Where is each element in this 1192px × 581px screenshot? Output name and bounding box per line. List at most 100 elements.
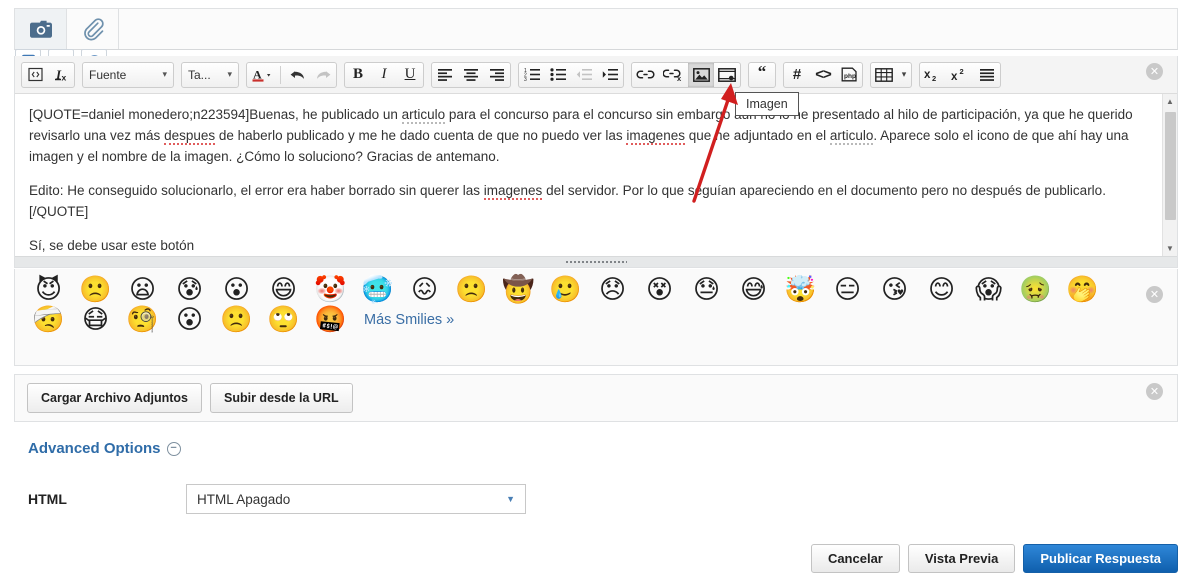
- smiley-item[interactable]: 😄: [260, 275, 307, 305]
- smiley-item[interactable]: 🤭: [1059, 275, 1106, 305]
- close-editor-panel[interactable]: ✕: [1146, 63, 1163, 80]
- close-attachments-panel[interactable]: ✕: [1146, 383, 1163, 400]
- superscript-button[interactable]: x 2: [947, 63, 974, 87]
- editor-panel: I x Fuente ▾ Ta... ▾ A B I U 1 2 3 x “ #…: [14, 56, 1178, 268]
- smiley-item[interactable]: 😓: [683, 275, 730, 305]
- svg-text:x: x: [61, 73, 66, 83]
- collapse-minus-icon[interactable]: −: [166, 441, 181, 456]
- smiley-item[interactable]: 🥲: [542, 275, 589, 305]
- svg-text:x: x: [924, 69, 931, 81]
- underline-button[interactable]: U: [397, 63, 423, 87]
- preview-button[interactable]: Vista Previa: [907, 544, 1016, 573]
- undo-button[interactable]: [284, 63, 310, 87]
- attachment-tab[interactable]: [67, 9, 119, 49]
- remove-format-button[interactable]: I x: [48, 63, 74, 87]
- close-smilies-panel[interactable]: ✕: [1146, 286, 1163, 303]
- outdent-button[interactable]: [571, 63, 597, 87]
- scroll-down-icon[interactable]: ▼: [1163, 241, 1177, 256]
- italic-button[interactable]: I: [371, 63, 397, 87]
- smiley-item[interactable]: 🤯: [777, 275, 824, 305]
- html-select-value: HTML Apagado: [197, 491, 291, 507]
- smiley-item[interactable]: 😅: [730, 275, 777, 305]
- smilies-panel: 😈 🙁 😦 😰 😮 😄 🤡 🥶 😖 🙁 🤠 🥲 😞 😵 😓 😅 🤯 😑 😘 😊 😱 🤢 🤭 🤕 😷 🧐 😮 🙁 🙄 🤬 Más Smil…: [14, 269, 1178, 366]
- smiley-item[interactable]: 😮: [213, 275, 260, 305]
- justify-button[interactable]: [974, 63, 1000, 87]
- spellcheck-word: despues: [164, 128, 216, 145]
- toolbar-group-table: ▾: [870, 61, 912, 88]
- text-color-button[interactable]: A: [247, 63, 277, 87]
- smiley-item[interactable]: 😰: [166, 275, 213, 305]
- quote-button[interactable]: “: [749, 63, 775, 87]
- toolbar-group-media: x: [631, 61, 741, 88]
- smiley-item[interactable]: 😞: [589, 275, 636, 305]
- source-code-button[interactable]: [22, 63, 48, 87]
- scroll-up-icon[interactable]: ▲: [1163, 94, 1177, 109]
- camera-tab[interactable]: [15, 9, 67, 49]
- table-dropdown-arrow[interactable]: ▾: [897, 63, 911, 87]
- bullet-list-button[interactable]: [545, 63, 571, 87]
- editor-text-run: de haberlo publicado y me he dado cuenta…: [215, 128, 627, 143]
- smiley-item[interactable]: 😘: [871, 275, 918, 305]
- align-left-button[interactable]: [432, 63, 458, 87]
- smiley-item[interactable]: 😖: [401, 275, 448, 305]
- editor-resize-handle[interactable]: [15, 256, 1177, 267]
- size-select[interactable]: Ta... ▾: [182, 63, 238, 87]
- upload-attachment-button[interactable]: Cargar Archivo Adjuntos: [27, 383, 203, 413]
- smiley-item[interactable]: 😦: [119, 275, 166, 305]
- font-select[interactable]: Fuente ▾: [83, 63, 173, 87]
- indent-button[interactable]: [597, 63, 623, 87]
- smiley-item[interactable]: 🙁: [213, 305, 260, 335]
- smiley-item[interactable]: 😈: [25, 275, 72, 305]
- subscript-button[interactable]: x 2: [920, 63, 947, 87]
- code-button[interactable]: <>: [810, 63, 836, 87]
- smiley-item[interactable]: 😑: [824, 275, 871, 305]
- php-button[interactable]: php: [836, 63, 862, 87]
- smiley-item[interactable]: 😵: [636, 275, 683, 305]
- smiley-item[interactable]: 🧐: [119, 305, 166, 335]
- editor-text-run: que he adjuntado en el: [684, 128, 830, 143]
- smiley-item[interactable]: 🙄: [260, 305, 307, 335]
- smiley-item[interactable]: 🤢: [1012, 275, 1059, 305]
- submit-reply-button[interactable]: Publicar Respuesta: [1023, 544, 1178, 573]
- smiley-item[interactable]: 😷: [72, 305, 119, 335]
- hash-button[interactable]: #: [784, 63, 810, 87]
- video-button[interactable]: [714, 63, 740, 87]
- editor-paragraph-1: [QUOTE=daniel monedero;n223594]Buenas, h…: [29, 104, 1159, 167]
- smiley-item[interactable]: 🤡: [307, 275, 354, 305]
- upload-from-url-button[interactable]: Subir desde la URL: [210, 383, 353, 413]
- smiley-item[interactable]: 🤕: [25, 305, 72, 335]
- smiley-item[interactable]: 🤠: [495, 275, 542, 305]
- table-button[interactable]: [871, 63, 897, 87]
- more-smilies-link[interactable]: Más Smilies »: [364, 312, 454, 328]
- smiley-item[interactable]: 🙁: [72, 275, 119, 305]
- unlink-button[interactable]: x: [659, 63, 688, 87]
- spellcheck-word: articulo: [829, 128, 874, 145]
- smiley-item[interactable]: 🥶: [354, 275, 401, 305]
- toolbar-group-font: Fuente ▾: [82, 61, 174, 88]
- smiley-item[interactable]: 😱: [965, 275, 1012, 305]
- smiley-item[interactable]: 😮: [166, 305, 213, 335]
- html-select[interactable]: HTML Apagado ▼: [186, 484, 526, 514]
- scrollbar-thumb[interactable]: [1165, 112, 1176, 220]
- link-button[interactable]: [632, 63, 659, 87]
- attachment-toolbar: A: [14, 8, 1178, 75]
- toolbar-group-size: Ta... ▾: [181, 61, 239, 88]
- svg-text:x: x: [677, 74, 682, 82]
- ordered-list-button[interactable]: 1 2 3: [519, 63, 545, 87]
- image-button[interactable]: [688, 62, 714, 87]
- align-right-button[interactable]: [484, 63, 510, 87]
- editor-scrollbar[interactable]: ▲ ▼: [1162, 94, 1177, 256]
- chevron-down-icon: ▾: [162, 69, 167, 79]
- svg-text:3: 3: [524, 77, 527, 81]
- bold-button[interactable]: B: [345, 63, 371, 87]
- editor-textarea[interactable]: [QUOTE=daniel monedero;n223594]Buenas, h…: [15, 94, 1177, 256]
- redo-button[interactable]: [310, 63, 336, 87]
- attachments-panel: Cargar Archivo Adjuntos Subir desde la U…: [14, 374, 1178, 422]
- cancel-button[interactable]: Cancelar: [810, 544, 900, 573]
- smiley-item[interactable]: 😊: [918, 275, 965, 305]
- advanced-options-section: Advanced Options − HTML HTML Apagado ▼: [28, 440, 526, 514]
- smiley-item[interactable]: 🤬: [307, 305, 354, 335]
- align-center-button[interactable]: [458, 63, 484, 87]
- smiley-item[interactable]: 🙁: [448, 275, 495, 305]
- advanced-options-toggle[interactable]: Advanced Options −: [28, 440, 526, 457]
